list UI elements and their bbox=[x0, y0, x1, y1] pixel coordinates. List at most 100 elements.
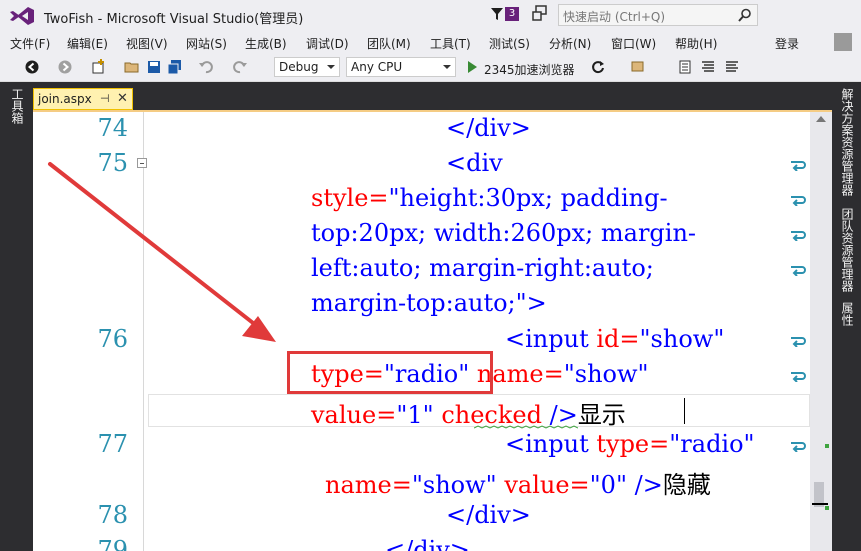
document-tab-join-aspx[interactable]: join.aspx ⊣ ✕ bbox=[33, 88, 133, 110]
code-line: left:auto; margin-right:auto; bbox=[311, 254, 654, 282]
signin-link[interactable]: 登录 bbox=[775, 35, 799, 52]
word-wrap-glyph-icon bbox=[791, 231, 806, 241]
browser-link-icon[interactable] bbox=[630, 59, 646, 75]
save-all-icon[interactable] bbox=[167, 59, 183, 75]
close-icon[interactable]: ✕ bbox=[117, 91, 128, 106]
code-line: value="1" checked />显示 bbox=[311, 395, 626, 430]
open-folder-icon[interactable] bbox=[124, 59, 140, 75]
uncomment-lines-icon[interactable] bbox=[724, 59, 740, 75]
pin-icon[interactable]: ⊣ bbox=[100, 92, 110, 105]
code-line: </div> bbox=[385, 536, 470, 551]
menu-help[interactable]: 帮助(H) bbox=[675, 35, 717, 52]
solution-configuration-select[interactable]: Debug bbox=[274, 57, 340, 77]
menu-team[interactable]: 团队(M) bbox=[367, 35, 411, 52]
code-line: </div> bbox=[446, 501, 531, 529]
code-token: </div> bbox=[446, 501, 531, 529]
run-target-label[interactable]: 2345加速浏览器 bbox=[484, 61, 575, 78]
code-token: > bbox=[526, 289, 547, 317]
code-token: style= bbox=[311, 184, 389, 212]
search-icon[interactable] bbox=[738, 8, 752, 22]
code-line: name="show" value="0" />隐藏 bbox=[325, 465, 711, 500]
code-token: 隐藏 bbox=[662, 471, 711, 499]
comment-lines-icon[interactable] bbox=[700, 59, 716, 75]
window-title: TwoFish - Microsoft Visual Studio(管理员) bbox=[44, 12, 304, 27]
format-document-icon[interactable] bbox=[677, 59, 693, 75]
navigate-forward-icon[interactable] bbox=[57, 59, 73, 75]
scroll-up-arrow-icon[interactable] bbox=[816, 116, 826, 122]
user-avatar-icon[interactable] bbox=[834, 33, 852, 51]
code-line: <input type="radio" bbox=[505, 430, 755, 458]
code-token: <div bbox=[446, 149, 503, 177]
start-debugging-icon[interactable] bbox=[464, 59, 480, 75]
code-line: <div bbox=[446, 149, 503, 177]
code-token: <input bbox=[505, 430, 589, 458]
menu-analyze[interactable]: 分析(N) bbox=[549, 35, 591, 52]
menu-window[interactable]: 窗口(W) bbox=[611, 35, 656, 52]
menu-view[interactable]: 视图(V) bbox=[126, 35, 168, 52]
word-wrap-glyph-icon bbox=[791, 337, 806, 347]
code-line: top:20px; width:260px; margin- bbox=[311, 219, 696, 247]
filter-icon[interactable] bbox=[490, 6, 504, 22]
text-caret bbox=[684, 398, 685, 424]
annotation-highlight-box bbox=[287, 351, 493, 394]
team-explorer-tab[interactable]: 团队资源管理器 bbox=[836, 208, 856, 294]
redo-icon[interactable] bbox=[232, 59, 248, 75]
save-icon[interactable] bbox=[146, 59, 162, 75]
solution-explorer-tab[interactable]: 解决方案资源管理器 bbox=[836, 88, 856, 198]
refresh-icon[interactable] bbox=[590, 59, 606, 75]
word-wrap-glyph-icon bbox=[791, 196, 806, 206]
line-number: 77 bbox=[97, 430, 128, 458]
solution-platform-value: Any CPU bbox=[351, 60, 403, 74]
menu-website[interactable]: 网站(S) bbox=[186, 35, 227, 52]
code-token: id= bbox=[596, 325, 640, 353]
word-wrap-glyph-icon bbox=[791, 161, 806, 171]
code-token: 显示 bbox=[577, 401, 626, 429]
menu-debug[interactable]: 调试(D) bbox=[306, 35, 349, 52]
menu-test[interactable]: 测试(S) bbox=[489, 35, 530, 52]
line-number: 74 bbox=[97, 114, 128, 142]
code-token: "1" bbox=[396, 401, 434, 429]
code-token: </div> bbox=[385, 536, 470, 551]
scrollbar-caret-marker bbox=[812, 503, 828, 505]
code-line: style="height:30px; padding- bbox=[311, 184, 668, 212]
title-bar: TwoFish - Microsoft Visual Studio(管理员) 3… bbox=[0, 0, 861, 31]
code-line: </div> bbox=[446, 114, 531, 142]
properties-tab[interactable]: 属性 bbox=[836, 302, 856, 332]
menu-file[interactable]: 文件(F) bbox=[10, 35, 50, 52]
annotation-arrow bbox=[48, 162, 276, 342]
code-token: margin-top:auto;" bbox=[311, 289, 527, 317]
visual-studio-logo-icon bbox=[10, 7, 34, 25]
menu-edit[interactable]: 编辑(E) bbox=[67, 35, 108, 52]
line-number: 78 bbox=[97, 501, 128, 529]
code-token: left:auto; margin-right:auto; bbox=[311, 254, 654, 282]
menu-build[interactable]: 生成(B) bbox=[245, 35, 287, 52]
feedback-icon[interactable] bbox=[532, 5, 548, 23]
validation-squiggle bbox=[474, 425, 578, 429]
code-token: "0" bbox=[589, 471, 627, 499]
code-token: "show" bbox=[639, 325, 725, 353]
undo-icon[interactable] bbox=[198, 59, 214, 75]
left-tool-window-strip bbox=[0, 82, 33, 551]
word-wrap-glyph-icon bbox=[791, 442, 806, 452]
scrollbar-change-marker bbox=[825, 506, 829, 510]
new-project-icon[interactable] bbox=[90, 59, 106, 75]
toolbox-tab[interactable]: 工具箱 bbox=[6, 88, 26, 148]
code-token: "show" bbox=[411, 471, 497, 499]
menu-tools[interactable]: 工具(T) bbox=[430, 35, 471, 52]
code-token: name= bbox=[325, 471, 412, 499]
solution-platform-select[interactable]: Any CPU bbox=[346, 57, 456, 77]
code-token: value= bbox=[311, 401, 397, 429]
code-token: /> bbox=[634, 471, 663, 499]
notification-badge[interactable]: 3 bbox=[505, 7, 519, 21]
quick-launch-placeholder: 快速启动 (Ctrl+Q) bbox=[563, 10, 666, 24]
scrollbar-change-marker bbox=[825, 444, 829, 448]
code-token: "radio" bbox=[669, 430, 755, 458]
navigate-back-icon[interactable] bbox=[24, 59, 40, 75]
menu-bar: 文件(F) 编辑(E) 视图(V) 网站(S) 生成(B) 调试(D) 团队(M… bbox=[0, 31, 861, 53]
code-token: "show" bbox=[563, 360, 649, 388]
standard-toolbar: Debug Any CPU 2345加速浏览器 bbox=[0, 53, 861, 82]
code-token: top:20px; width:260px; margin- bbox=[311, 219, 697, 247]
quick-launch-input[interactable]: 快速启动 (Ctrl+Q) bbox=[558, 4, 758, 26]
code-token: type= bbox=[596, 430, 670, 458]
solution-configuration-value: Debug bbox=[279, 60, 319, 74]
